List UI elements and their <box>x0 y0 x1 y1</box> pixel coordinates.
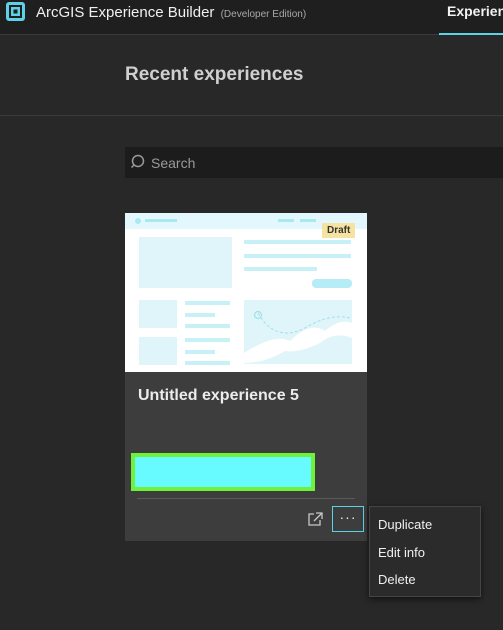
card-divider <box>137 498 355 499</box>
app-edition-label: (Developer Edition) <box>220 9 307 20</box>
top-bar: ArcGIS Experience Builder (Developer Edi… <box>0 0 503 35</box>
redacted-region <box>131 453 315 491</box>
app-title: ArcGIS Experience Builder (Developer Edi… <box>36 4 306 21</box>
menu-item-delete[interactable]: Delete <box>378 572 416 587</box>
experience-card[interactable]: Draft Untitled experience 5 ··· <box>125 213 367 541</box>
launch-icon <box>308 512 323 526</box>
context-menu: Duplicate Edit info Delete <box>369 506 481 597</box>
experience-builder-logo-icon <box>6 2 25 21</box>
tab-experiences[interactable]: Experiences <box>439 3 503 35</box>
draft-badge: Draft <box>322 223 356 238</box>
experience-thumbnail[interactable]: Draft <box>125 213 367 372</box>
search-icon <box>130 153 148 171</box>
search-box[interactable] <box>125 147 503 178</box>
menu-item-duplicate[interactable]: Duplicate <box>378 517 432 532</box>
experience-title[interactable]: Untitled experience 5 <box>138 387 299 405</box>
page-title: Recent experiences <box>125 64 304 85</box>
more-icon: ··· <box>339 509 357 525</box>
search-input[interactable] <box>151 147 491 178</box>
app-title-text: ArcGIS Experience Builder <box>36 4 215 21</box>
menu-item-edit-info[interactable]: Edit info <box>378 545 425 560</box>
launch-button[interactable] <box>305 509 327 529</box>
more-options-button[interactable]: ··· <box>332 506 364 532</box>
page-header: Recent experiences <box>0 36 503 116</box>
